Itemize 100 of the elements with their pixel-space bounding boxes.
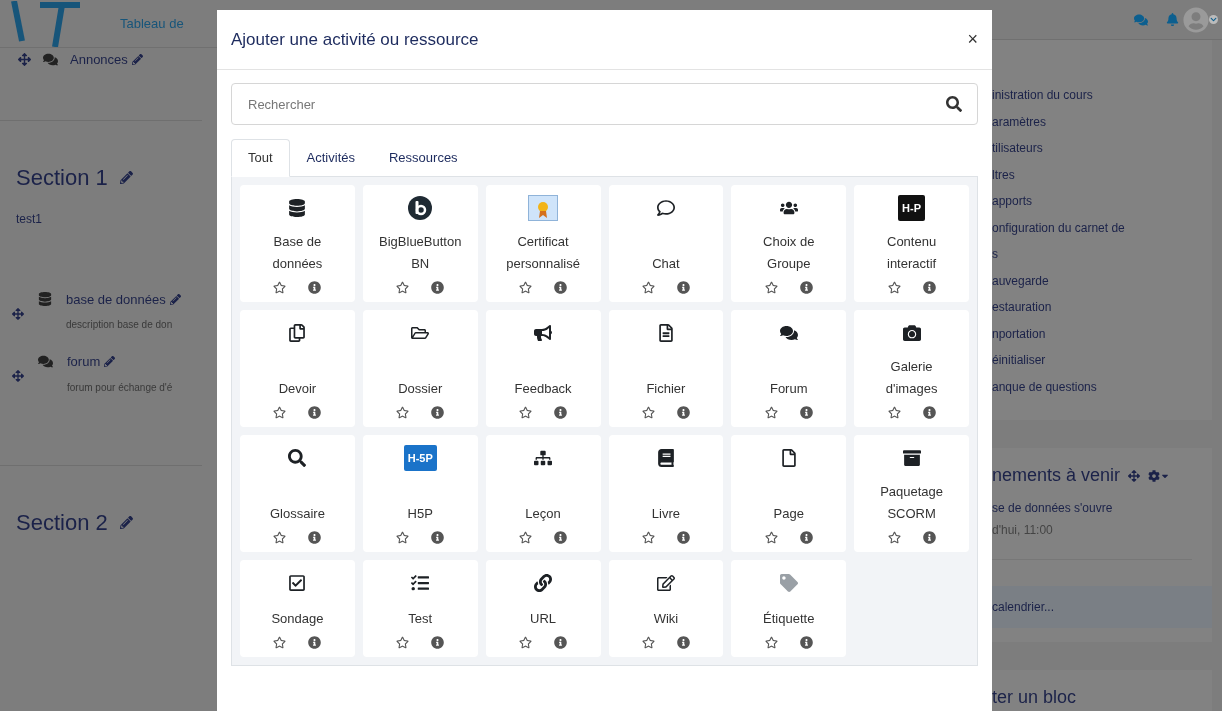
activity-link[interactable]: Annonces (70, 50, 128, 70)
info-icon[interactable] (922, 531, 936, 544)
info-icon[interactable] (676, 531, 690, 544)
star-icon[interactable] (764, 636, 778, 649)
star-icon[interactable] (641, 406, 655, 419)
star-icon[interactable] (396, 636, 410, 649)
move-icon[interactable] (12, 307, 24, 320)
info-icon[interactable] (922, 281, 936, 294)
star-icon[interactable] (273, 281, 287, 294)
star-icon[interactable] (519, 636, 533, 649)
star-icon[interactable] (519, 406, 533, 419)
star-icon[interactable] (887, 281, 901, 294)
activity-tile[interactable]: Fichier (608, 310, 724, 427)
activity-tile[interactable]: Base de données (240, 185, 355, 302)
move-icon[interactable] (12, 370, 24, 382)
info-icon[interactable] (431, 531, 445, 544)
star-icon[interactable] (641, 531, 655, 544)
edit-icon[interactable] (119, 515, 133, 529)
activity-tile[interactable]: Sondage (240, 560, 355, 657)
admin-link[interactable]: inistration du cours (992, 82, 1212, 109)
info-icon[interactable] (676, 636, 690, 649)
close-button[interactable]: × (967, 26, 978, 53)
info-icon[interactable] (799, 636, 813, 649)
activity-tile[interactable]: H-5P H5P (362, 435, 478, 552)
info-icon[interactable] (308, 531, 322, 544)
activity-tile[interactable]: Devoir (240, 310, 355, 427)
activity-tile[interactable]: Feedback (485, 310, 601, 427)
activity-tile[interactable]: Test (362, 560, 478, 657)
activity-tile[interactable]: Étiquette (731, 560, 847, 657)
activity-tile[interactable]: Leçon (485, 435, 601, 552)
tab[interactable]: Ressources (372, 139, 475, 177)
activity-tile[interactable]: Livre (608, 435, 724, 552)
edit-icon[interactable] (104, 356, 116, 368)
info-icon[interactable] (308, 636, 322, 649)
star-icon[interactable] (396, 406, 410, 419)
activity-tile[interactable]: Certificat personnalisé (485, 185, 601, 302)
star-icon[interactable] (396, 531, 410, 544)
admin-link[interactable]: onfiguration du carnet de (992, 214, 1212, 241)
info-icon[interactable] (676, 281, 690, 294)
star-icon[interactable] (764, 406, 778, 419)
star-icon[interactable] (273, 531, 287, 544)
search-field[interactable]: Rechercher (231, 83, 978, 125)
caret-icon[interactable] (1209, 15, 1218, 24)
admin-link[interactable]: estauration (992, 294, 1212, 321)
star-icon[interactable] (764, 531, 778, 544)
activity-tile[interactable]: Chat (608, 185, 724, 302)
activity-link[interactable]: forum (67, 352, 101, 372)
activity-tile[interactable]: Galerie d'images (854, 310, 969, 427)
activity-tile[interactable]: Choix de Groupe (731, 185, 847, 302)
info-icon[interactable] (922, 406, 936, 419)
star-icon[interactable] (887, 531, 901, 544)
info-icon[interactable] (554, 406, 568, 419)
star-icon[interactable] (764, 281, 778, 294)
info-icon[interactable] (308, 281, 322, 294)
star-icon[interactable] (273, 406, 287, 419)
event-link[interactable]: se de données s'ouvre (992, 499, 1212, 517)
info-icon[interactable] (431, 636, 445, 649)
admin-link[interactable]: apports (992, 188, 1212, 215)
search-icon[interactable] (946, 96, 962, 112)
star-icon[interactable] (396, 281, 410, 294)
star-icon[interactable] (519, 531, 533, 544)
admin-link[interactable]: anque de questions (992, 373, 1212, 400)
gear-icon[interactable] (1148, 469, 1161, 482)
activity-tile[interactable]: H-P Contenu interactif (854, 185, 969, 302)
admin-link[interactable]: tilisateurs (992, 135, 1212, 162)
admin-link[interactable]: auvegarde (992, 267, 1212, 294)
move-icon[interactable] (1128, 469, 1141, 482)
info-icon[interactable] (554, 636, 568, 649)
info-icon[interactable] (431, 406, 445, 419)
admin-link[interactable]: s (992, 241, 1212, 268)
star-icon[interactable] (887, 406, 901, 419)
activity-tile[interactable]: URL (485, 560, 601, 657)
edit-icon[interactable] (119, 170, 133, 184)
activity-tile[interactable]: Glossaire (240, 435, 355, 552)
activity-tile[interactable]: Page (731, 435, 847, 552)
info-icon[interactable] (308, 406, 322, 419)
activity-tile[interactable]: Forum (731, 310, 847, 427)
info-icon[interactable] (799, 281, 813, 294)
activity-tile[interactable]: Paquetage SCORM (854, 435, 969, 552)
star-icon[interactable] (519, 281, 533, 294)
tab[interactable]: Activités (289, 139, 372, 177)
activity-tile[interactable]: Wiki (608, 560, 724, 657)
edit-icon[interactable] (131, 54, 143, 66)
info-icon[interactable] (799, 531, 813, 544)
admin-link[interactable]: aramètres (992, 108, 1212, 135)
info-icon[interactable] (554, 531, 568, 544)
activity-tile[interactable]: BigBlueButtonBN (362, 185, 478, 302)
star-icon[interactable] (273, 636, 287, 649)
star-icon[interactable] (641, 281, 655, 294)
move-icon[interactable] (18, 53, 31, 67)
admin-link[interactable]: ltres (992, 161, 1212, 188)
info-icon[interactable] (431, 281, 445, 294)
admin-link[interactable]: nportation (992, 320, 1212, 347)
calendar-link[interactable]: calendrier... (992, 586, 1212, 628)
info-icon[interactable] (676, 406, 690, 419)
star-icon[interactable] (641, 636, 655, 649)
info-icon[interactable] (799, 406, 813, 419)
activity-tile[interactable]: Dossier (362, 310, 478, 427)
activity-link[interactable]: base de données (66, 289, 166, 309)
info-icon[interactable] (554, 281, 568, 294)
